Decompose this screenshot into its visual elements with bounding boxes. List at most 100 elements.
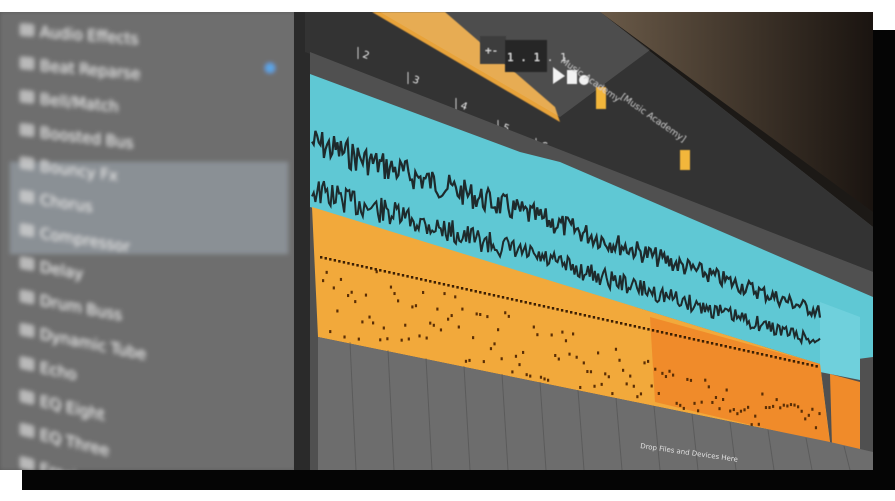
midi-note xyxy=(779,406,782,410)
midi-note xyxy=(418,334,421,338)
midi-note xyxy=(733,347,737,350)
midi-note xyxy=(420,278,423,281)
midi-note xyxy=(672,373,675,377)
midi-note xyxy=(614,347,618,351)
midi-note xyxy=(715,343,718,346)
midi-note xyxy=(393,292,396,296)
midi-note xyxy=(639,392,643,396)
midi-note xyxy=(775,398,778,402)
midi-note xyxy=(506,297,509,300)
midi-note xyxy=(347,262,350,265)
midi-note xyxy=(724,345,727,348)
midi-note xyxy=(674,334,677,337)
midi-note xyxy=(660,331,664,334)
midi-note xyxy=(336,309,339,313)
midi-note xyxy=(807,413,810,417)
midi-note xyxy=(560,309,564,312)
midi-note xyxy=(800,409,803,413)
midi-note xyxy=(464,359,468,363)
midi-note xyxy=(400,338,403,342)
midi-clip-end[interactable] xyxy=(830,374,860,452)
midi-note xyxy=(424,279,427,282)
midi-note xyxy=(372,321,375,325)
midi-note xyxy=(414,304,418,308)
midi-note xyxy=(360,265,364,268)
midi-note xyxy=(325,270,328,274)
midi-note xyxy=(679,403,682,407)
midi-note xyxy=(765,354,768,357)
midi-note xyxy=(622,368,625,372)
midi-note xyxy=(515,299,518,302)
midi-note xyxy=(539,375,543,379)
midi-note xyxy=(647,359,650,363)
folder-icon xyxy=(20,190,34,204)
midi-note xyxy=(693,401,696,405)
song-position: 1 . 1 . 1 xyxy=(507,51,567,64)
midi-note xyxy=(397,273,400,276)
midi-note xyxy=(447,317,450,321)
midi-note xyxy=(522,350,525,354)
midi-note xyxy=(779,357,782,360)
midi-note xyxy=(483,292,487,295)
midi-note xyxy=(568,352,571,356)
midi-note xyxy=(760,353,764,356)
midi-note xyxy=(343,335,346,339)
midi-note xyxy=(772,404,775,408)
midi-note xyxy=(533,303,537,306)
midi-note xyxy=(407,337,410,341)
midi-note xyxy=(456,286,459,289)
midi-note xyxy=(818,412,821,416)
midi-note xyxy=(489,347,493,351)
midi-note xyxy=(742,349,746,352)
midi-note xyxy=(451,285,455,288)
midi-note xyxy=(482,360,485,364)
midi-note xyxy=(583,314,587,317)
midi-note xyxy=(754,414,757,418)
midi-note xyxy=(542,305,546,308)
midi-note xyxy=(524,301,527,304)
midi-note xyxy=(682,406,685,410)
midi-note xyxy=(472,336,475,340)
midi-note xyxy=(797,405,800,409)
midi-note xyxy=(788,359,791,362)
midi-note xyxy=(592,316,596,319)
midi-note xyxy=(811,407,814,411)
midi-note xyxy=(554,353,557,357)
midi-note xyxy=(338,260,341,263)
midi-note xyxy=(615,321,618,324)
midi-note xyxy=(732,408,735,412)
midi-note xyxy=(572,332,575,336)
midi-note xyxy=(629,374,632,378)
midi-note xyxy=(757,422,760,426)
midi-note xyxy=(411,305,414,309)
folder-icon xyxy=(20,289,34,304)
midi-note xyxy=(465,288,468,291)
zoom-label: +- xyxy=(485,44,498,57)
midi-note xyxy=(761,392,764,396)
midi-note xyxy=(661,371,664,375)
midi-note xyxy=(579,385,582,389)
midi-note xyxy=(350,290,353,294)
midi-note xyxy=(582,361,585,365)
midi-note xyxy=(597,317,600,320)
midi-note xyxy=(536,333,539,337)
midi-note xyxy=(547,306,550,309)
midi-note xyxy=(638,326,641,329)
midi-note xyxy=(538,304,541,307)
midi-note xyxy=(397,299,400,303)
midi-note xyxy=(722,397,725,401)
midi-note xyxy=(689,378,693,382)
midi-note xyxy=(379,338,382,342)
midi-note xyxy=(433,281,437,284)
loop-toggle-icon[interactable] xyxy=(680,150,690,170)
midi-note xyxy=(793,403,796,407)
midi-note xyxy=(764,406,768,410)
midi-note xyxy=(739,409,743,413)
folder-icon xyxy=(20,223,34,237)
midi-note xyxy=(383,270,387,273)
panel-splitter[interactable] xyxy=(294,12,310,470)
midi-note xyxy=(543,377,546,381)
midi-note xyxy=(783,358,787,361)
midi-note xyxy=(714,396,718,400)
midi-note xyxy=(500,357,503,361)
